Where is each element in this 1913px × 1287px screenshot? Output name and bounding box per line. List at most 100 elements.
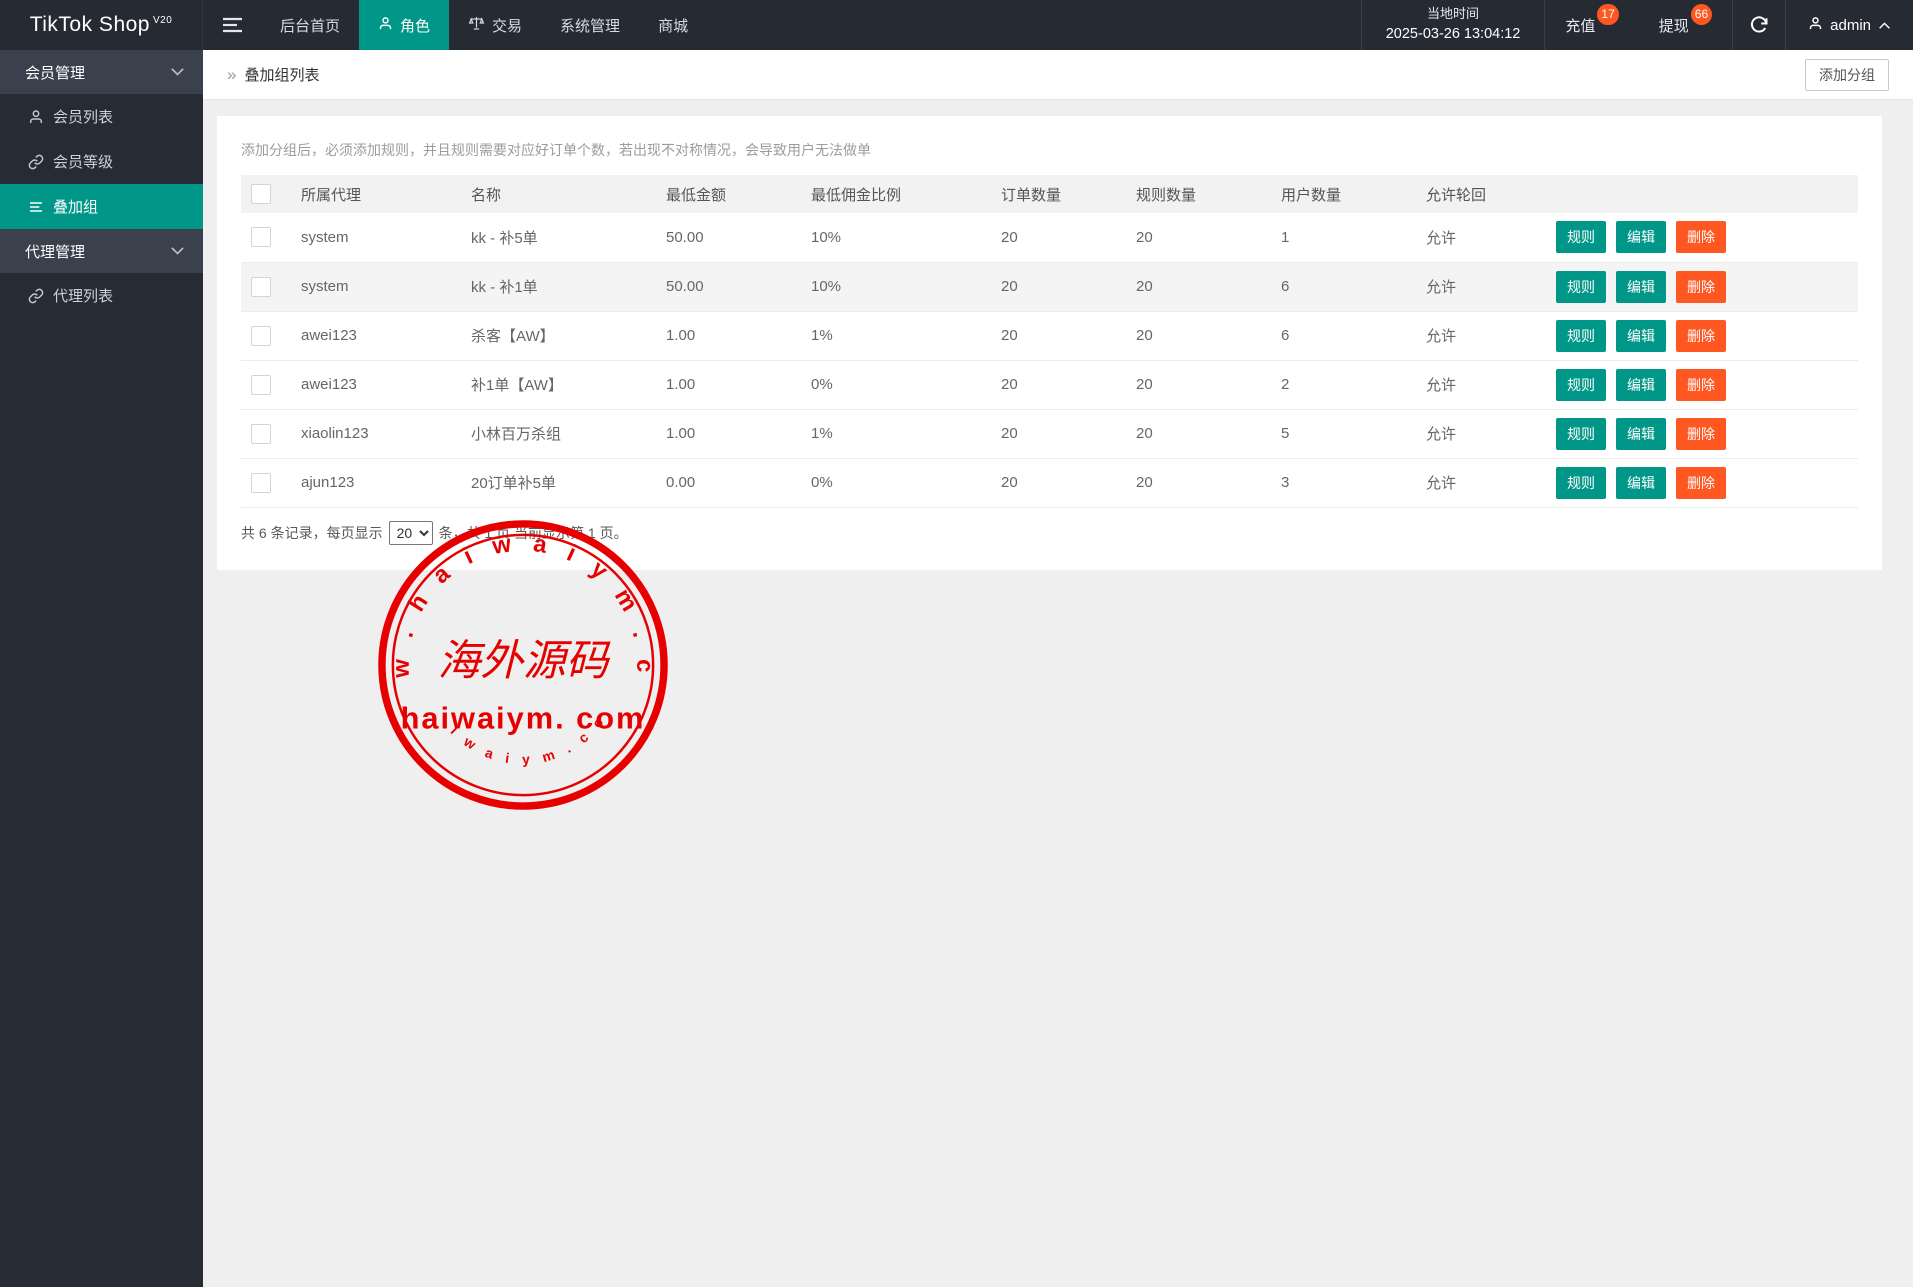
cell-users: 6: [1271, 311, 1416, 360]
col-header-orders: 订单数量: [991, 175, 1126, 213]
rule-button[interactable]: 规则: [1556, 320, 1606, 352]
tab-system[interactable]: 系统管理: [541, 0, 639, 50]
local-time: 当地时间 2025-03-26 13:04:12: [1361, 0, 1545, 50]
local-time-value: 2025-03-26 13:04:12: [1386, 24, 1521, 45]
cell-users: 3: [1271, 458, 1416, 507]
chevron-down-icon: [170, 67, 185, 77]
cell-users: 1: [1271, 213, 1416, 262]
delete-button[interactable]: 删除: [1676, 320, 1726, 352]
hint-text: 添加分组后，必须添加规则，并且规则需要对应好订单个数，若出现不对称情况，会导致用…: [241, 140, 1858, 160]
cell-allow: 允许: [1416, 262, 1546, 311]
row-checkbox[interactable]: [251, 473, 271, 493]
list-icon: [28, 199, 44, 215]
breadcrumb-arrow-icon: »: [227, 65, 236, 85]
row-checkbox[interactable]: [251, 424, 271, 444]
delete-button[interactable]: 删除: [1676, 221, 1726, 253]
page-size-select[interactable]: 20: [389, 521, 433, 545]
stack-group-card: 添加分组后，必须添加规则，并且规则需要对应好订单个数，若出现不对称情况，会导致用…: [217, 116, 1882, 570]
cell-rules: 20: [1126, 458, 1271, 507]
cell-orders: 20: [991, 360, 1126, 409]
edit-button[interactable]: 编辑: [1616, 467, 1666, 499]
row-checkbox[interactable]: [251, 277, 271, 297]
rule-button[interactable]: 规则: [1556, 369, 1606, 401]
local-time-label: 当地时间: [1427, 5, 1479, 24]
cell-rules: 20: [1126, 409, 1271, 458]
cell-name: kk - 补1单: [461, 262, 656, 311]
breadcrumb-bar: » 叠加组列表 添加分组: [203, 50, 1913, 100]
edit-button[interactable]: 编辑: [1616, 221, 1666, 253]
sidebar: 会员管理 会员列表 会员等级 叠加组 代理管理 代理列表: [0, 50, 203, 1287]
delete-button[interactable]: 删除: [1676, 369, 1726, 401]
cell-agent: system: [291, 213, 461, 262]
sidebar-group-member-management[interactable]: 会员管理: [0, 50, 203, 94]
sidebar-group-agent-management[interactable]: 代理管理: [0, 229, 203, 273]
sidebar-item-agent-list[interactable]: 代理列表: [0, 273, 203, 318]
cell-name: 小林百万杀组: [461, 409, 656, 458]
delete-button[interactable]: 删除: [1676, 418, 1726, 450]
refresh-icon[interactable]: [1732, 0, 1785, 50]
table-row: ajun123 20订单补5单 0.00 0% 20 20 3 允许 规则编辑删…: [241, 458, 1858, 507]
tab-system-label: 系统管理: [560, 15, 620, 36]
hamburger-menu-icon[interactable]: [203, 0, 261, 50]
admin-label: admin: [1830, 17, 1871, 34]
delete-button[interactable]: 删除: [1676, 467, 1726, 499]
tab-mall[interactable]: 商城: [639, 0, 707, 50]
chevron-down-icon: [170, 246, 185, 256]
delete-button[interactable]: 删除: [1676, 271, 1726, 303]
edit-button[interactable]: 编辑: [1616, 271, 1666, 303]
table-row: xiaolin123 小林百万杀组 1.00 1% 20 20 5 允许 规则编…: [241, 409, 1858, 458]
rule-button[interactable]: 规则: [1556, 271, 1606, 303]
cell-orders: 20: [991, 409, 1126, 458]
row-checkbox[interactable]: [251, 227, 271, 247]
tab-role-label: 角色: [400, 15, 430, 36]
rule-button[interactable]: 规则: [1556, 418, 1606, 450]
cell-min-amount: 1.00: [656, 360, 801, 409]
cell-allow: 允许: [1416, 213, 1546, 262]
cell-min-amount: 1.00: [656, 409, 801, 458]
recharge-link[interactable]: 充值 17: [1544, 0, 1638, 50]
rule-button[interactable]: 规则: [1556, 467, 1606, 499]
cell-agent: awei123: [291, 360, 461, 409]
recharge-badge: 17: [1597, 4, 1618, 25]
col-header-min-commission: 最低佣金比例: [801, 175, 991, 213]
cell-orders: 20: [991, 311, 1126, 360]
edit-button[interactable]: 编辑: [1616, 418, 1666, 450]
link-icon: [28, 154, 44, 170]
table-header-row: 所属代理 名称 最低金额 最低佣金比例 订单数量 规则数量 用户数量 允许轮回: [241, 175, 1858, 213]
admin-menu[interactable]: admin: [1785, 0, 1913, 50]
main-content: » 叠加组列表 添加分组 添加分组后，必须添加规则，并且规则需要对应好订单个数，…: [203, 50, 1913, 1287]
tab-home[interactable]: 后台首页: [261, 0, 359, 50]
cell-allow: 允许: [1416, 311, 1546, 360]
select-all-checkbox[interactable]: [251, 184, 271, 204]
cell-min-commission: 0%: [801, 458, 991, 507]
sidebar-item-member-list[interactable]: 会员列表: [0, 94, 203, 139]
row-checkbox[interactable]: [251, 326, 271, 346]
sidebar-item-label: 会员列表: [53, 106, 113, 127]
table-row: awei123 补1单【AW】 1.00 0% 20 20 2 允许 规则编辑删…: [241, 360, 1858, 409]
navbar-right: 当地时间 2025-03-26 13:04:12 充值 17 提现 66 adm…: [1361, 0, 1913, 50]
col-header-agent: 所属代理: [291, 175, 461, 213]
tab-mall-label: 商城: [658, 15, 688, 36]
cell-name: 20订单补5单: [461, 458, 656, 507]
cell-min-commission: 10%: [801, 262, 991, 311]
sidebar-item-member-level[interactable]: 会员等级: [0, 139, 203, 184]
sidebar-item-label: 会员等级: [53, 151, 113, 172]
app-logo-version: V20: [153, 15, 172, 26]
sidebar-item-label: 叠加组: [53, 196, 98, 217]
tab-trade[interactable]: 交易: [449, 0, 541, 50]
cell-name: 补1单【AW】: [461, 360, 656, 409]
sidebar-item-stack-group[interactable]: 叠加组: [0, 184, 203, 229]
rule-button[interactable]: 规则: [1556, 221, 1606, 253]
cell-min-commission: 10%: [801, 213, 991, 262]
cell-min-commission: 1%: [801, 409, 991, 458]
withdraw-link[interactable]: 提现 66: [1639, 0, 1732, 50]
tab-role[interactable]: 角色: [359, 0, 449, 50]
edit-button[interactable]: 编辑: [1616, 369, 1666, 401]
withdraw-label: 提现: [1659, 15, 1689, 36]
edit-button[interactable]: 编辑: [1616, 320, 1666, 352]
cell-min-commission: 0%: [801, 360, 991, 409]
cell-orders: 20: [991, 262, 1126, 311]
row-checkbox[interactable]: [251, 375, 271, 395]
table-row: system kk - 补5单 50.00 10% 20 20 1 允许 规则编…: [241, 213, 1858, 262]
add-group-button[interactable]: 添加分组: [1805, 59, 1889, 91]
